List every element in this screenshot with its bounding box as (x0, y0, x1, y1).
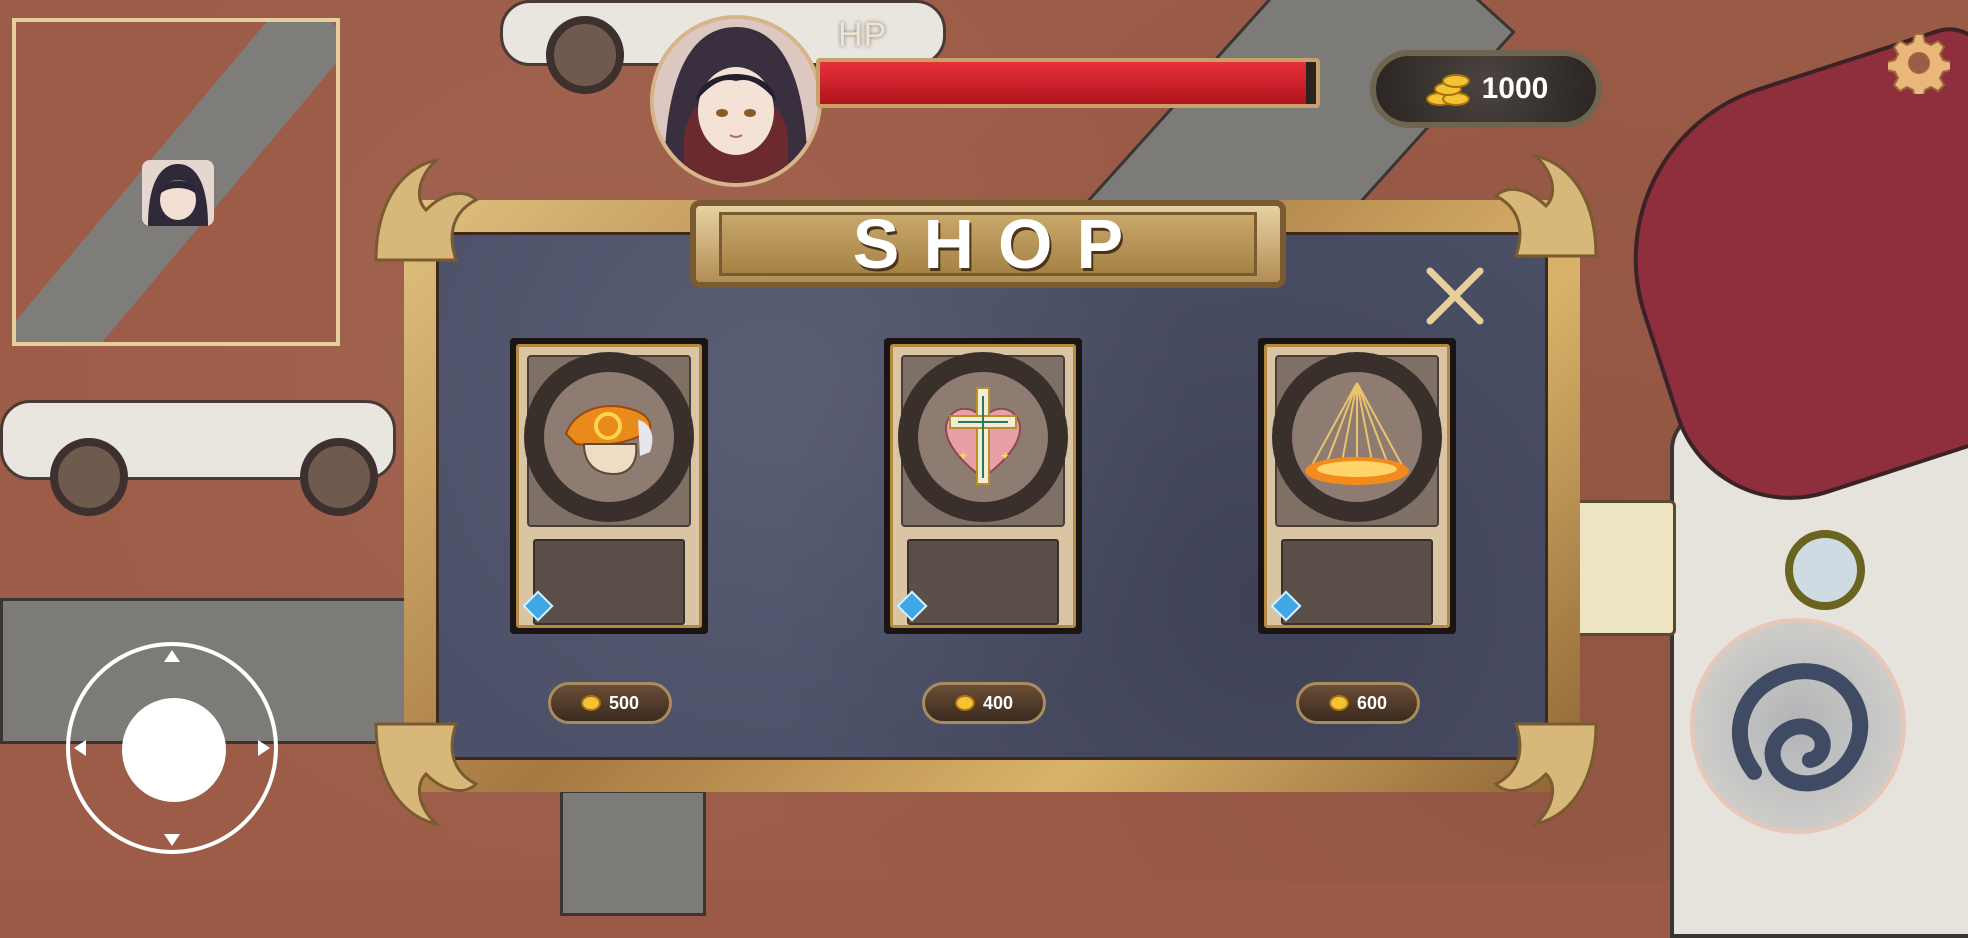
close-icon (1426, 267, 1484, 325)
gold-coins-icon (1424, 72, 1470, 106)
mug-sign (1570, 500, 1676, 636)
attack-button[interactable] (1690, 618, 1906, 834)
hp-bar-fill (820, 62, 1307, 104)
card-art-circle (1272, 352, 1442, 522)
minimap-player-icon (142, 160, 214, 226)
shop-item-card[interactable] (1258, 338, 1456, 634)
round-window (1785, 530, 1865, 610)
card-description-box (1281, 539, 1433, 625)
price-label: 500 (608, 692, 640, 713)
card-description-box (907, 539, 1059, 625)
card-face (516, 344, 702, 628)
cart-wheel (50, 438, 128, 516)
card-face (1264, 344, 1450, 628)
cart-wheel (546, 16, 624, 94)
card-description-box (533, 539, 685, 625)
card-art-inner: ✦ ✦ (918, 372, 1048, 502)
price-button[interactable]: 600 (1296, 682, 1420, 724)
corner-ornament-top-left (374, 157, 479, 262)
shop-title: SHOP (852, 205, 1148, 283)
hp-label: HP (838, 16, 888, 54)
gold-amount: 1000 (1481, 72, 1549, 105)
stone-road-bottom (560, 790, 706, 916)
coin-icon (954, 695, 975, 711)
corner-ornament-bottom-right (1493, 722, 1598, 827)
svg-text:✦: ✦ (1000, 449, 1010, 463)
card-art-inner (1292, 372, 1422, 502)
shop-title-inner: SHOP (719, 205, 1257, 283)
shop-item-card[interactable] (510, 338, 708, 634)
settings-gear-icon[interactable] (1886, 32, 1952, 99)
card-art-circle (524, 352, 694, 522)
price-button[interactable]: 400 (922, 682, 1046, 724)
corner-ornament-bottom-left (374, 722, 479, 827)
price-button[interactable]: 500 (548, 682, 672, 724)
gold-counter: 1000 (1370, 50, 1602, 128)
card-face: ✦ ✦ (890, 344, 1076, 628)
coin-icon (1328, 695, 1349, 711)
shop-title-plate: SHOP (690, 200, 1286, 288)
svg-text:✦: ✦ (958, 449, 968, 463)
player-portrait (650, 15, 822, 187)
golden-light-rays-icon (1305, 382, 1409, 485)
close-button[interactable] (1424, 265, 1486, 327)
corner-ornament-top-right (1493, 153, 1598, 258)
virtual-joystick[interactable] (66, 642, 278, 854)
minimap[interactable] (12, 18, 340, 346)
hp-bar (816, 58, 1320, 108)
house-roof (1586, 16, 1968, 532)
cart-wheel (300, 438, 378, 516)
price-label: 600 (1356, 692, 1388, 713)
shop-item-card[interactable]: ✦ ✦ (884, 338, 1082, 634)
holy-cross-heart-icon: ✦ ✦ (945, 387, 1021, 485)
price-label: 400 (982, 692, 1014, 713)
card-art-inner (544, 372, 674, 502)
swirl-attack-icon (1731, 663, 1869, 792)
coin-icon (580, 695, 601, 711)
card-art-circle: ✦ ✦ (898, 352, 1068, 522)
joystick-arrows-icon (74, 650, 270, 846)
fist-gauntlet-icon (564, 405, 653, 476)
